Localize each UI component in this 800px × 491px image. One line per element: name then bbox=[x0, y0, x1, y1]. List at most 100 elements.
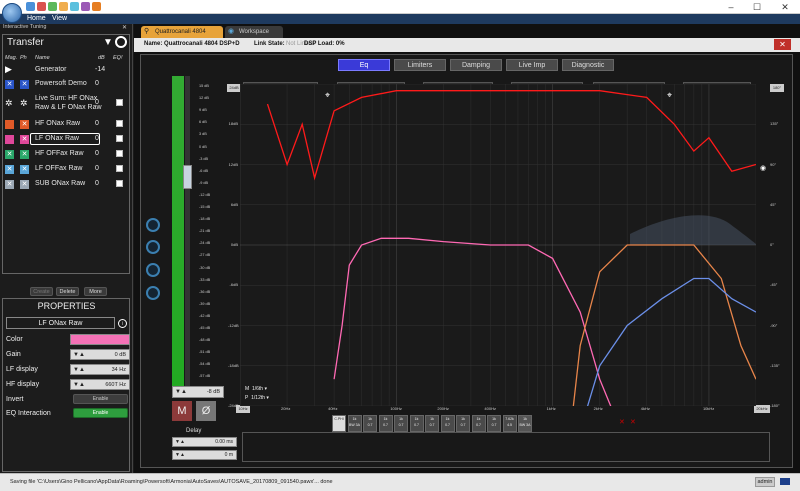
eq-band-box[interactable]: 1k BW 3A bbox=[518, 415, 532, 432]
transfer-row-generator[interactable]: ▶ Generator -14 bbox=[3, 64, 128, 78]
lf-display-field[interactable]: ▼▲ 34 Hz bbox=[70, 364, 130, 375]
eq-checkbox[interactable] bbox=[116, 99, 123, 106]
delete-button[interactable]: Delete bbox=[56, 287, 79, 296]
eye-icon[interactable]: ◉ bbox=[760, 164, 766, 172]
phase-cross-icon[interactable]: ✕ bbox=[20, 120, 29, 129]
info-icon[interactable]: i bbox=[118, 319, 127, 328]
menu-home[interactable]: Home bbox=[27, 14, 46, 24]
transfer-row-lf-onax[interactable]: ✕ LF ONax Raw 0 bbox=[3, 133, 128, 147]
eq-band-box[interactable]: 1k 0.7 bbox=[363, 415, 377, 432]
layer-button-3[interactable] bbox=[146, 263, 160, 277]
gear-icon[interactable] bbox=[115, 36, 127, 48]
mag-cross-icon[interactable]: ✕ bbox=[5, 80, 14, 89]
mag-cross-icon[interactable]: ✕ bbox=[5, 150, 14, 159]
phase-cross-icon[interactable]: ✕ bbox=[20, 165, 29, 174]
new-icon[interactable] bbox=[48, 2, 57, 11]
eq-interaction-enable-button[interactable]: Enable bbox=[73, 408, 128, 418]
user-badge[interactable]: admin bbox=[755, 477, 775, 487]
transfer-row-lf-offax[interactable]: ✕ ✕ LF OFFax Raw 0 bbox=[3, 163, 128, 177]
transfer-row-hf-onax[interactable]: ✕ HF ONax Raw 0 bbox=[3, 118, 128, 132]
language-flag-icon[interactable] bbox=[780, 478, 790, 485]
level-field[interactable]: ▼▲ -8 dB bbox=[172, 386, 224, 398]
eq-band-box[interactable]: C.PHI bbox=[332, 415, 346, 432]
layer-button-2[interactable] bbox=[146, 240, 160, 254]
minimize-button[interactable]: – bbox=[718, 0, 744, 14]
eq-chart[interactable] bbox=[240, 84, 756, 406]
mag-cross-icon[interactable]: ✕ bbox=[5, 180, 14, 189]
eq-band-box[interactable]: 1k 0.7 bbox=[487, 415, 501, 432]
save-icon[interactable] bbox=[26, 2, 35, 11]
stepper-arrows-icon[interactable]: ▼▲ bbox=[73, 380, 85, 390]
network-icon[interactable] bbox=[81, 2, 90, 11]
stepper-arrows-icon[interactable]: ▼▲ bbox=[175, 387, 187, 398]
stepper-arrows-icon[interactable]: ▼▲ bbox=[175, 438, 185, 447]
eq-band-box[interactable]: 1k 0.7 bbox=[378, 415, 393, 432]
phase-smoothing[interactable]: P 1/12th ▾ bbox=[245, 395, 269, 401]
delete-band-icon[interactable]: ✕ bbox=[630, 418, 636, 426]
stepper-arrows-icon[interactable]: ▼▲ bbox=[73, 365, 85, 375]
phase-cross-icon[interactable]: ✕ bbox=[20, 80, 29, 89]
eq-band-box[interactable]: 1k 0.7 bbox=[394, 415, 408, 432]
fader-handle[interactable] bbox=[183, 165, 192, 189]
tab-damping[interactable]: Damping bbox=[450, 59, 502, 71]
close-button[interactable]: ✕ bbox=[772, 0, 798, 14]
eq-band-box[interactable]: 7.62k 4.5 bbox=[502, 415, 517, 432]
transfer-row-powersoft-demo[interactable]: ✕ ✕ Powersoft Demo 0 bbox=[3, 78, 128, 92]
transfer-row-sub-onax[interactable]: ✕ ✕ SUB ONax Raw 0 bbox=[3, 178, 128, 192]
create-button[interactable]: Create bbox=[30, 287, 53, 296]
more-button[interactable]: More bbox=[84, 287, 107, 296]
phase-invert-button[interactable]: Ø bbox=[196, 401, 216, 421]
eq-checkbox[interactable] bbox=[116, 150, 123, 157]
eq-checkbox[interactable] bbox=[116, 135, 123, 142]
eq-checkbox[interactable] bbox=[116, 165, 123, 172]
eq-band-box[interactable]: 1k 0.7 bbox=[456, 415, 470, 432]
tab-limiters[interactable]: Limiters bbox=[394, 59, 446, 71]
magnitude-smoothing[interactable]: M 1/6th ▾ bbox=[245, 386, 267, 392]
gain-field[interactable]: ▼▲ 0 dB bbox=[70, 349, 130, 360]
close-device-button[interactable]: ✕ bbox=[774, 39, 791, 50]
mag-cross-icon[interactable]: ✕ bbox=[5, 165, 14, 174]
menu-view[interactable]: View bbox=[52, 14, 67, 24]
open-icon[interactable] bbox=[37, 2, 46, 11]
panel-close-icon[interactable]: ✕ bbox=[122, 24, 127, 31]
folder-icon[interactable] bbox=[59, 2, 68, 11]
transfer-row-hf-offax[interactable]: ✕ ✕ HF OFFax Raw 0 bbox=[3, 148, 128, 162]
phase-cross-icon[interactable]: ✕ bbox=[20, 135, 29, 144]
tab-diagnostic[interactable]: Diagnostic bbox=[562, 59, 614, 71]
mag-box-icon[interactable] bbox=[5, 120, 14, 129]
eq-checkbox[interactable] bbox=[116, 120, 123, 127]
phase-cross-icon[interactable]: ✕ bbox=[20, 150, 29, 159]
delay-m-field[interactable]: ▼▲ 0 m bbox=[172, 450, 237, 460]
eq-band-box[interactable]: 1k 0.7 bbox=[425, 415, 439, 432]
eq-band-box[interactable]: 1k 0.7 bbox=[440, 415, 455, 432]
phase-cross-icon[interactable]: ✕ bbox=[20, 180, 29, 189]
delete-band-icon[interactable]: ✕ bbox=[619, 418, 625, 426]
transfer-row-live-sum[interactable]: ✲ ✲ Live Sum: HF ONax Raw & LF ONax Raw … bbox=[3, 94, 128, 116]
stepper-arrows-icon[interactable]: ▼▲ bbox=[175, 451, 185, 460]
color-swatch[interactable] bbox=[70, 334, 130, 345]
mag-box-icon[interactable] bbox=[5, 135, 14, 144]
invert-enable-button[interactable]: Enable bbox=[73, 394, 128, 404]
tab-live-imp[interactable]: Live Imp bbox=[506, 59, 558, 71]
refresh-icon[interactable] bbox=[70, 2, 79, 11]
tab-eq[interactable]: Eq bbox=[338, 59, 390, 71]
fader-track[interactable] bbox=[185, 76, 190, 386]
app-logo[interactable] bbox=[2, 3, 22, 23]
maximize-button[interactable]: ☐ bbox=[744, 0, 770, 14]
crop-marker-icon[interactable]: ⌖ bbox=[325, 90, 330, 101]
eq-band-box[interactable]: 1k 0.7 bbox=[471, 415, 486, 432]
crop-marker-icon[interactable]: ⌖ bbox=[667, 90, 672, 101]
tab-device[interactable]: ⚲ Quattrocanali 4804 DSP+D bbox=[141, 26, 223, 47]
eq-band-box[interactable]: 1k 0.7 bbox=[409, 415, 424, 432]
stepper-arrows-icon[interactable]: ▼▲ bbox=[73, 350, 85, 360]
settings-icon[interactable] bbox=[92, 2, 101, 11]
mute-button[interactable]: M bbox=[172, 401, 192, 421]
tab-workspace[interactable]: ◉ Workspace bbox=[225, 26, 283, 38]
eq-checkbox[interactable] bbox=[116, 180, 123, 187]
eq-band-box[interactable]: 1k BW 3A bbox=[347, 415, 362, 432]
delay-ms-field[interactable]: ▼▲ 0.00 ms bbox=[172, 437, 237, 447]
layer-button-4[interactable] bbox=[146, 286, 160, 300]
hf-display-field[interactable]: ▼▲ 660T Hz bbox=[70, 379, 130, 390]
dropdown-triangle-icon[interactable]: ▼ bbox=[103, 37, 113, 48]
layer-button-1[interactable] bbox=[146, 218, 160, 232]
